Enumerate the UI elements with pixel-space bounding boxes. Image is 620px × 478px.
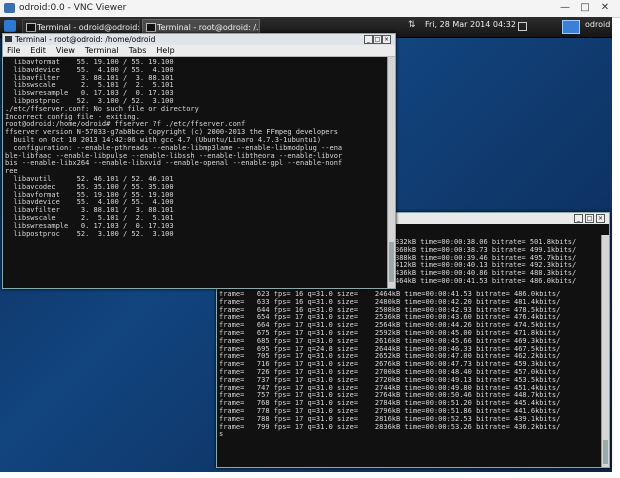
close-icon[interactable]: ✕	[598, 2, 612, 13]
app-menu-icon[interactable]	[4, 20, 16, 32]
task-terminal-odroid[interactable]: Terminal - odroid@odroid: ~	[22, 19, 140, 34]
menu-edit[interactable]: Edit	[30, 46, 46, 55]
maximize-icon[interactable]: □	[585, 214, 594, 223]
menu-file[interactable]: File	[7, 46, 20, 55]
minimize-icon[interactable]: —	[558, 2, 572, 13]
maximize-icon[interactable]: □	[373, 35, 382, 44]
menu-terminal[interactable]: Terminal	[85, 46, 119, 55]
minimize-icon[interactable]: _	[364, 35, 373, 44]
user-label[interactable]: odroid	[585, 20, 610, 29]
terminal1-titlebar: Terminal - root@odroid: /home/odroid	[3, 34, 395, 45]
terminal-line: s	[219, 430, 224, 439]
terminal-icon	[26, 23, 36, 32]
terminal1-menubar: File Edit View Terminal Tabs Help	[3, 45, 395, 57]
vnc-window-title: odroid:0.0 - VNC Viewer	[19, 3, 127, 13]
terminal-line: libpostproc 52. 3.100 / 52. 3.100	[5, 229, 174, 238]
close-icon[interactable]: ×	[596, 214, 605, 223]
scrollbar[interactable]	[387, 57, 395, 288]
task-label: Terminal - odroid@odroid: ~	[37, 23, 140, 32]
terminal-line: frame= 799 fps= 17 q=31.0 size= 2836kB t…	[219, 422, 561, 431]
terminal2-output: frame= 623 fps= 16 q=31.0 size= 2464kB t…	[219, 291, 601, 439]
vnc-logo-icon	[4, 3, 15, 13]
vnc-titlebar: odroid:0.0 - VNC Viewer — □ ✕	[0, 0, 620, 18]
terminal-line: bis --enable-libx264 --enable-libxvid --…	[5, 159, 343, 168]
scrollbar-thumb[interactable]	[389, 242, 394, 282]
terminal1-title: Terminal - root@odroid: /home/odroid	[15, 35, 156, 44]
workspace-icon[interactable]	[518, 22, 527, 31]
maximize-icon[interactable]: □	[578, 2, 592, 13]
menu-view[interactable]: View	[56, 46, 75, 55]
menu-tabs[interactable]: Tabs	[129, 46, 147, 55]
terminal2-output-top: 332kB time=00:00:38.06 bitrate= 501.8kbi…	[395, 239, 601, 286]
scrollbar[interactable]	[601, 235, 609, 467]
clock[interactable]: Fri, 28 Mar 2014 04:32	[425, 20, 516, 29]
terminal-icon	[5, 36, 12, 42]
task-terminal-root[interactable]: Terminal - root@odroid: /...	[142, 19, 260, 34]
terminal-icon	[146, 23, 156, 32]
terminal-line: 464kB time=00:00:41.53 bitrate= 486.0kbi…	[395, 276, 577, 285]
task-label: Terminal - root@odroid: /...	[157, 23, 260, 32]
scrollbar-thumb[interactable]	[603, 440, 608, 464]
minimize-icon[interactable]: _	[574, 214, 583, 223]
menu-help[interactable]: Help	[156, 46, 174, 55]
terminal1-output: libavformat 55. 19.100 / 55. 19.100 liba…	[5, 59, 387, 238]
network-icon[interactable]: ⇅	[408, 20, 416, 30]
close-icon[interactable]: ×	[382, 35, 391, 44]
terminal-window-1[interactable]: Terminal - root@odroid: /home/odroid _ □…	[2, 33, 396, 289]
monitor-icon[interactable]	[562, 20, 580, 34]
